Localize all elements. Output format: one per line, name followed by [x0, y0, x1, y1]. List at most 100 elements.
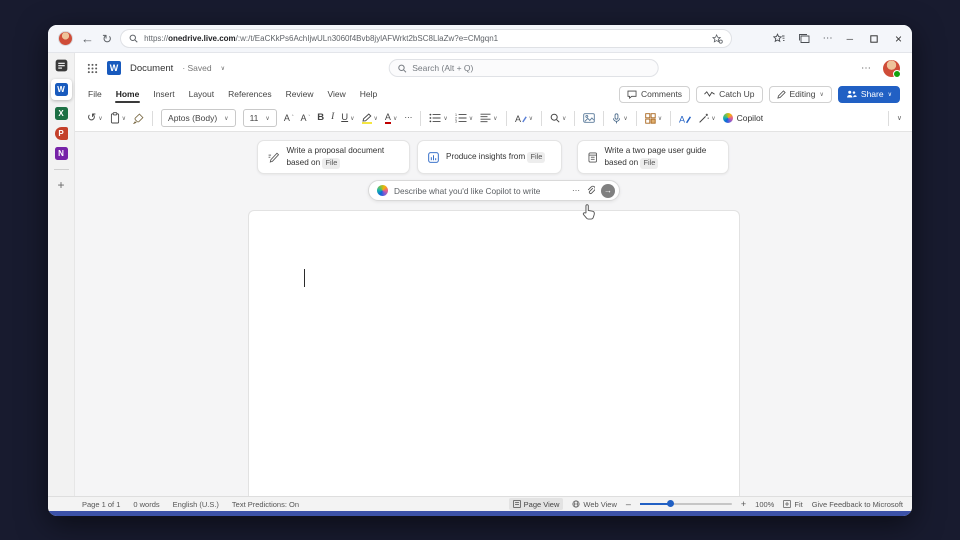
back-icon[interactable]: ← — [81, 32, 94, 45]
paste-button[interactable]: ∨ — [110, 112, 126, 124]
bold-button[interactable]: B — [317, 113, 324, 123]
styles-button[interactable]: A ∨ — [515, 113, 533, 123]
italic-button[interactable]: I — [331, 113, 334, 123]
prompt-more-icon[interactable]: ⋯ — [572, 186, 580, 195]
add-app-button[interactable]: + — [57, 179, 64, 191]
image-search-button[interactable] — [583, 113, 596, 123]
catch-up-button[interactable]: Catch Up — [696, 85, 763, 103]
microphone-icon — [613, 112, 621, 123]
page-count[interactable]: Page 1 of 1 — [82, 500, 120, 509]
font-name-select[interactable]: Aptos (Body) ∨ — [161, 109, 236, 127]
document-canvas[interactable]: Write a proposal document based on File … — [75, 132, 912, 496]
sidebar-item-onenote[interactable]: N — [54, 147, 68, 160]
browser-window: ← ↻ https://onedrive.live.com/:w:/t/EaCK… — [48, 25, 912, 516]
send-button[interactable]: → — [601, 183, 615, 198]
sidebar-item-word[interactable]: W — [50, 79, 72, 100]
designer-button[interactable]: ∨ — [645, 112, 662, 124]
globe-icon — [572, 500, 580, 508]
undo-button[interactable]: ↺ ∨ — [87, 112, 103, 124]
search-placeholder: Search (Alt + Q) — [412, 63, 474, 73]
menu-home[interactable]: Home — [114, 86, 141, 103]
menu-file[interactable]: File — [87, 86, 103, 102]
attach-icon[interactable] — [586, 185, 595, 196]
search-input[interactable]: Search (Alt + Q) — [388, 59, 659, 77]
font-color-button[interactable]: A ∨ — [384, 112, 397, 124]
format-painter-button[interactable] — [133, 113, 144, 124]
quick-tools-button[interactable]: ∨ — [698, 113, 716, 124]
menu-help[interactable]: Help — [359, 86, 378, 102]
feedback-link[interactable]: Give Feedback to Microsoft — [812, 500, 903, 509]
word-count[interactable]: 0 words — [133, 500, 159, 509]
comment-icon — [627, 90, 637, 99]
bookmark-settings-icon[interactable] — [712, 33, 723, 44]
sidebar-item-excel[interactable]: X — [54, 107, 68, 120]
editor-button[interactable]: A — [679, 113, 692, 124]
alignment-button[interactable]: ∨ — [480, 113, 498, 123]
favorites-icon[interactable] — [772, 33, 785, 44]
underline-button[interactable]: U ∨ — [341, 113, 354, 123]
pencil-write-icon — [268, 152, 280, 163]
sidebar-item-powerpoint[interactable]: P — [54, 127, 68, 140]
page-view-button[interactable]: Page View — [508, 498, 564, 510]
menu-review[interactable]: Review — [285, 86, 315, 102]
chevron-down-icon: ∨ — [220, 65, 226, 72]
people-icon — [846, 90, 857, 98]
onenote-icon: N — [58, 149, 64, 158]
menu-insert[interactable]: Insert — [152, 86, 175, 102]
menu-references[interactable]: References — [227, 86, 272, 102]
copilot-button[interactable]: Copilot — [722, 113, 763, 123]
svg-text:A: A — [515, 114, 521, 123]
minimize-icon[interactable]: ─ — [847, 34, 853, 44]
zoom-slider-knob[interactable] — [666, 500, 674, 508]
file-chip[interactable]: File — [527, 152, 546, 163]
editing-mode-button[interactable]: Editing ∨ — [768, 85, 832, 103]
copilot-suggestion-card-user-guide[interactable]: Write a two page user guide based on Fil… — [577, 140, 729, 174]
zoom-slider[interactable] — [639, 500, 732, 508]
refresh-icon[interactable]: ↻ — [102, 33, 112, 45]
numbered-list-icon: 123 — [455, 113, 467, 123]
saved-status[interactable]: · Saved — [182, 63, 211, 73]
copilot-prompt-input[interactable]: Describe what you'd like Copilot to writ… — [368, 180, 620, 201]
browser-more-icon[interactable]: ⋯ — [823, 33, 833, 44]
header-more-icon[interactable]: ⋯ — [861, 63, 871, 74]
menu-layout[interactable]: Layout — [188, 86, 216, 102]
bullet-list-icon — [429, 113, 441, 123]
file-chip[interactable]: File — [640, 158, 659, 169]
bullets-button[interactable]: ∨ — [429, 113, 448, 123]
grow-font-button[interactable]: Aˆ — [284, 113, 294, 123]
browser-profile-avatar[interactable] — [58, 31, 73, 46]
language-indicator[interactable]: English (U.S.) — [173, 500, 219, 509]
app-launcher-icon[interactable] — [87, 63, 98, 74]
find-button[interactable]: ∨ — [550, 113, 566, 123]
account-avatar[interactable] — [883, 59, 901, 78]
styles-icon: A — [515, 114, 527, 123]
zoom-in-button[interactable]: + — [741, 499, 746, 509]
brush-icon — [133, 113, 144, 124]
collapse-ribbon-icon[interactable]: ∨ — [897, 114, 902, 122]
copilot-suggestion-card-proposal[interactable]: Write a proposal document based on File — [257, 140, 410, 174]
highlight-button[interactable]: ∨ — [361, 112, 378, 124]
zoom-level[interactable]: 100% — [755, 500, 774, 509]
web-view-button[interactable]: Web View — [572, 500, 617, 509]
close-icon[interactable]: × — [895, 32, 902, 46]
file-chip[interactable]: File — [322, 158, 341, 169]
fit-button[interactable]: Fit — [783, 500, 803, 509]
text-predictions[interactable]: Text Predictions: On — [232, 500, 299, 509]
document-page[interactable] — [248, 210, 740, 496]
more-formatting-icon[interactable]: ⋯ — [404, 114, 412, 122]
menu-view[interactable]: View — [326, 86, 346, 102]
shrink-font-button[interactable]: Aˇ — [301, 113, 311, 123]
fit-icon — [783, 500, 792, 508]
font-size-select[interactable]: 11 ∨ — [242, 109, 277, 127]
address-bar[interactable]: https://onedrive.live.com/:w:/t/EaCKkPs6… — [120, 29, 733, 48]
m365-app-icon[interactable] — [55, 59, 68, 72]
maximize-icon[interactable] — [870, 34, 878, 43]
share-button[interactable]: Share ∨ — [837, 85, 900, 103]
dictate-button[interactable]: ∨ — [612, 112, 628, 124]
comments-button[interactable]: Comments — [618, 85, 691, 103]
collections-icon[interactable] — [798, 33, 810, 44]
numbering-button[interactable]: 123 ∨ — [455, 113, 473, 123]
copilot-suggestion-card-insights[interactable]: Produce insights from File — [417, 140, 562, 174]
document-title[interactable]: Document — [130, 63, 173, 74]
zoom-out-button[interactable]: – — [626, 499, 631, 509]
